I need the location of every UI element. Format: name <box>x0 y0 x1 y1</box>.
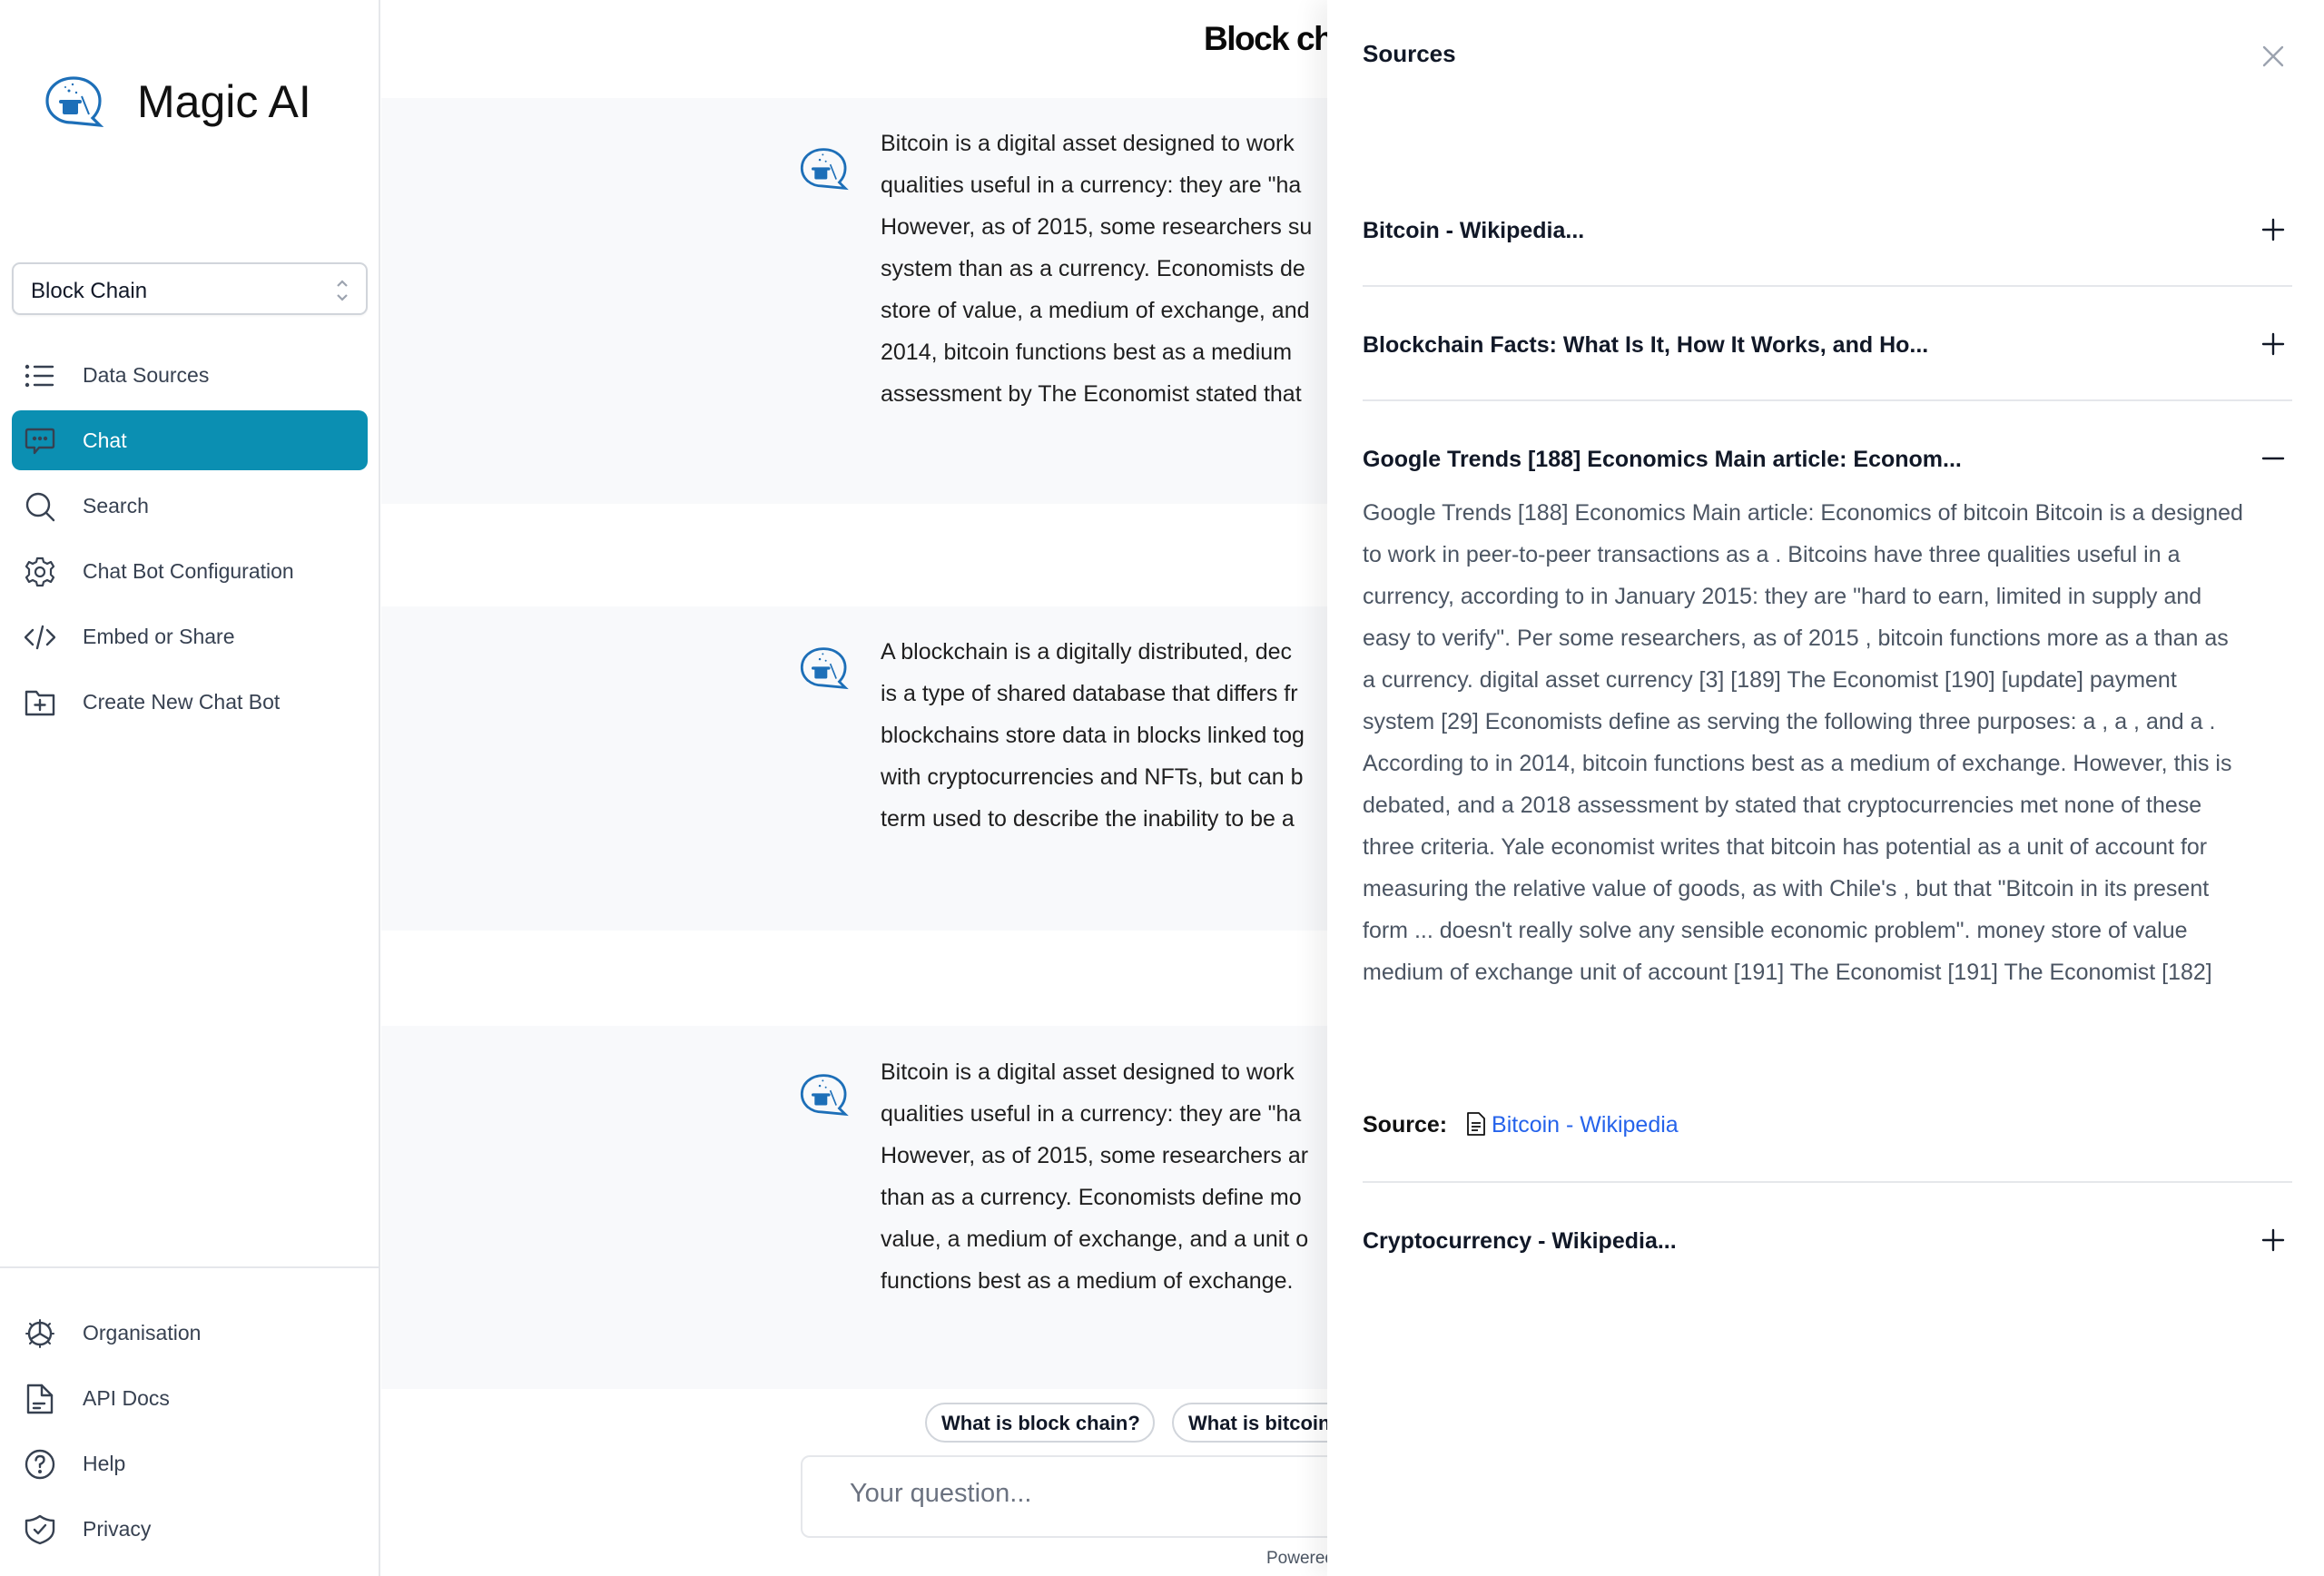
source-item[interactable]: Blockchain Facts: What Is It, How It Wor… <box>1363 327 2292 363</box>
magic-hat-chat-icon <box>45 76 104 128</box>
page-title: Block chain <box>1204 20 1327 57</box>
source-item[interactable]: Cryptocurrency - Wikipedia... <box>1363 1223 2292 1259</box>
sidebar-item-label: Chat <box>83 428 127 452</box>
sidebar-item-embed-or-share[interactable]: Embed or Share <box>12 606 368 666</box>
sidebar-item-label: Chat Bot Configuration <box>83 559 294 583</box>
sources-panel: Sources Bitcoin - Wikipedia... Blockchai… <box>1327 0 2324 1576</box>
sidebar-item-api-docs[interactable]: API Docs <box>12 1368 368 1428</box>
source-item-header[interactable]: Blockchain Facts: What Is It, How It Wor… <box>1363 327 2292 363</box>
message-line: A blockchain is a digitally distributed,… <box>881 639 1293 665</box>
chat-message: A blockchain is a digitally distributed,… <box>381 606 1327 931</box>
sidebar-item-label: Help <box>83 1452 126 1475</box>
message-line: value, a medium of exchange, and a unit … <box>881 1226 1309 1252</box>
shield-check-icon <box>25 1514 55 1545</box>
chevron-up-down-icon <box>337 280 348 301</box>
bot-avatar-icon <box>800 148 849 191</box>
source-item-header[interactable]: Google Trends [188] Economics Main artic… <box>1363 441 2292 478</box>
source-label: Source: <box>1363 1112 1448 1138</box>
chat-bubble-icon <box>25 428 55 455</box>
message-line: qualities useful in a currency: they are… <box>881 172 1302 198</box>
source-excerpt: Google Trends [188] Economics Main artic… <box>1363 500 2243 985</box>
message-line: than as a currency. Economists define mo <box>881 1185 1302 1210</box>
source-reference: Source: Bitcoin - Wikipedia <box>1363 1111 1679 1138</box>
message-line: However, as of 2015, some researchers ar <box>881 1143 1309 1168</box>
sidebar-item-label: Search <box>83 494 149 517</box>
code-icon <box>25 625 55 650</box>
message-line: functions best as a medium of exchange. <box>881 1268 1294 1294</box>
message-line: system than as a currency. Economists de <box>881 256 1305 281</box>
divider <box>1363 1181 2292 1183</box>
source-link[interactable]: Bitcoin - Wikipedia <box>1492 1112 1679 1138</box>
search-icon <box>25 492 55 522</box>
powered-by-text: Powered <box>1266 1549 1327 1568</box>
divider <box>1363 399 2292 401</box>
sidebar-item-help[interactable]: Help <box>12 1433 368 1493</box>
sidebar-item-create-new-chat-bot[interactable]: Create New Chat Bot <box>12 672 368 732</box>
question-input-box[interactable] <box>801 1455 1327 1538</box>
gear-icon <box>25 557 55 587</box>
suggestion-chip[interactable]: What is bitcoin? <box>1172 1403 1327 1443</box>
panel-title: Sources <box>1363 40 1456 67</box>
bot-avatar-icon <box>800 1074 849 1117</box>
message-line: store of value, a medium of exchange, an… <box>881 298 1310 323</box>
help-circle-icon <box>25 1449 55 1480</box>
organisation-icon <box>25 1319 54 1348</box>
sidebar-item-organisation[interactable]: Organisation <box>12 1303 368 1363</box>
source-item-title: Cryptocurrency - Wikipedia... <box>1363 1228 1677 1254</box>
sidebar-item-label: Create New Chat Bot <box>83 690 281 714</box>
source-item[interactable]: Bitcoin - Wikipedia... <box>1363 212 2292 249</box>
plus-icon[interactable] <box>2261 218 2285 241</box>
plus-icon[interactable] <box>2261 1228 2285 1252</box>
source-item-title: Google Trends [188] Economics Main artic… <box>1363 447 1962 472</box>
source-item-header[interactable]: Cryptocurrency - Wikipedia... <box>1363 1223 2292 1259</box>
message-line: Bitcoin is a digital asset designed to w… <box>881 1059 1295 1085</box>
source-item-title: Bitcoin - Wikipedia... <box>1363 218 1585 243</box>
chat-message: Bitcoin is a digital asset designed to w… <box>381 98 1327 504</box>
sidebar-item-data-sources[interactable]: Data Sources <box>12 345 368 405</box>
message-line: qualities useful in a currency: they are… <box>881 1101 1302 1127</box>
plus-icon[interactable] <box>2261 332 2285 356</box>
message-line: 2014, bitcoin functions best as a medium <box>881 340 1293 365</box>
sidebar-item-chat[interactable]: Chat <box>12 410 368 470</box>
source-item-expanded[interactable]: Google Trends [188] Economics Main artic… <box>1363 441 2292 478</box>
message-line: is a type of shared database that differ… <box>881 681 1298 706</box>
sidebar-item-label: Embed or Share <box>83 625 235 648</box>
divider <box>1363 285 2292 287</box>
message-line: However, as of 2015, some researchers su <box>881 214 1313 240</box>
message-line: Bitcoin is a digital asset designed to w… <box>881 131 1295 156</box>
sidebar-item-privacy[interactable]: Privacy <box>12 1499 368 1559</box>
question-input[interactable] <box>850 1479 1327 1509</box>
sidebar-item-label: Privacy <box>83 1517 152 1541</box>
chat-message: Bitcoin is a digital asset designed to w… <box>381 1026 1327 1389</box>
chat-area: Block chain Bitcoin is a digital asset d… <box>381 0 1327 1576</box>
message-line: term used to describe the inability to b… <box>881 806 1295 832</box>
source-item-header[interactable]: Bitcoin - Wikipedia... <box>1363 212 2292 249</box>
sidebar-item-label: Data Sources <box>83 363 210 387</box>
minus-icon[interactable] <box>2261 447 2285 470</box>
message-text: Bitcoin is a digital asset designed to w… <box>881 1051 1327 1302</box>
message-text: A blockchain is a digitally distributed,… <box>881 631 1327 840</box>
sidebar-item-chat-bot-configuration[interactable]: Chat Bot Configuration <box>12 541 368 601</box>
brand-name: Magic AI <box>137 76 311 127</box>
message-line: blockchains store data in blocks linked … <box>881 723 1305 748</box>
bot-avatar-icon <box>800 647 849 690</box>
folder-plus-icon <box>25 690 55 716</box>
sidebar-item-label: API Docs <box>83 1386 170 1410</box>
message-text: Bitcoin is a digital asset designed to w… <box>881 123 1327 415</box>
chat-bot-select[interactable]: Block Chain <box>12 262 368 315</box>
document-icon <box>26 1384 54 1414</box>
sidebar-divider <box>0 1266 379 1268</box>
chat-bot-select-value: Block Chain <box>31 279 148 303</box>
suggestion-chip[interactable]: What is block chain? <box>925 1403 1155 1443</box>
message-line: assessment by The Economist stated that <box>881 381 1302 407</box>
list-icon <box>25 364 54 388</box>
close-icon[interactable] <box>2260 44 2286 69</box>
sidebar: Magic AI Block Chain Data Sources Chat S… <box>0 0 380 1576</box>
sidebar-item-label: Organisation <box>83 1321 202 1345</box>
message-line: with cryptocurrencies and NFTs, but can … <box>881 764 1304 790</box>
sidebar-item-search[interactable]: Search <box>12 476 368 536</box>
source-item-title: Blockchain Facts: What Is It, How It Wor… <box>1363 332 1929 358</box>
document-icon <box>1467 1112 1485 1136</box>
